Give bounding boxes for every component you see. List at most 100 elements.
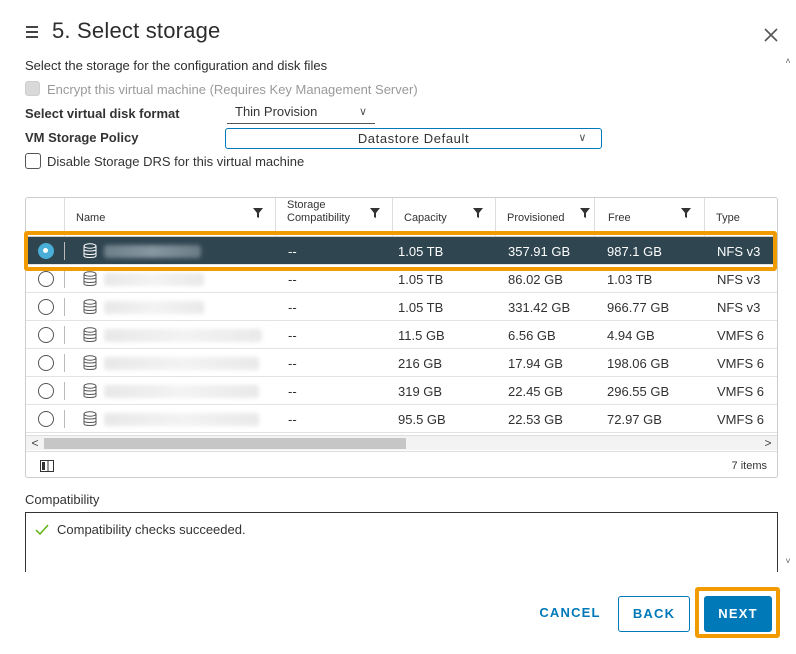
scroll-left-icon[interactable]: < bbox=[28, 436, 42, 451]
chevron-down-icon: ∨ bbox=[578, 132, 587, 144]
cell-type: VMFS 6 bbox=[717, 412, 764, 427]
encrypt-label: Encrypt this virtual machine (Requires K… bbox=[47, 82, 418, 97]
cell-capacity: 11.5 GB bbox=[398, 328, 445, 343]
filter-icon[interactable] bbox=[681, 208, 691, 218]
horizontal-scrollbar[interactable]: < > bbox=[26, 435, 777, 451]
column-compat-label-line1: Storage bbox=[287, 199, 326, 211]
datastore-name-redacted bbox=[104, 357, 259, 370]
cell-free: 966.77 GB bbox=[607, 300, 670, 315]
scrollbar-thumb[interactable] bbox=[44, 438, 406, 449]
grid-header: Name Storage Compatibility Capacity Provi… bbox=[26, 198, 777, 237]
scroll-down-icon[interactable]: ˅ bbox=[783, 556, 793, 566]
menu-icon[interactable] bbox=[24, 22, 40, 42]
disable-drs-checkbox[interactable] bbox=[25, 153, 41, 169]
row-radio-button[interactable] bbox=[38, 243, 54, 259]
row-radio-button[interactable] bbox=[38, 327, 54, 343]
row-divider bbox=[64, 270, 65, 288]
cell-compatibility: -- bbox=[288, 328, 297, 343]
row-radio-button[interactable] bbox=[38, 383, 54, 399]
datastore-name-redacted bbox=[104, 385, 259, 398]
cell-free: 987.1 GB bbox=[607, 244, 662, 259]
storage-policy-label: VM Storage Policy bbox=[25, 130, 139, 145]
row-divider bbox=[64, 410, 65, 428]
cell-type: VMFS 6 bbox=[717, 356, 764, 371]
row-divider bbox=[64, 298, 65, 316]
cell-provisioned: 22.53 GB bbox=[508, 412, 563, 427]
datastore-name-redacted bbox=[104, 329, 262, 342]
cell-free: 72.97 GB bbox=[607, 412, 662, 427]
column-provisioned[interactable]: Provisioned bbox=[495, 198, 594, 236]
filter-icon[interactable] bbox=[473, 208, 483, 218]
compatibility-label: Compatibility bbox=[25, 492, 100, 507]
check-icon bbox=[35, 524, 49, 536]
next-button[interactable]: NEXT bbox=[704, 596, 772, 632]
datastore-icon bbox=[83, 327, 97, 342]
column-free-label: Free bbox=[608, 212, 631, 224]
subtitle: Select the storage for the configuration… bbox=[25, 58, 328, 73]
disable-drs-label: Disable Storage DRS for this virtual mac… bbox=[47, 154, 305, 169]
cell-provisioned: 22.45 GB bbox=[508, 384, 563, 399]
table-row[interactable]: -- 216 GB 17.94 GB 198.06 GB VMFS 6 bbox=[26, 349, 777, 377]
compatibility-panel bbox=[25, 512, 778, 572]
column-capacity-label: Capacity bbox=[404, 212, 447, 224]
cell-free: 296.55 GB bbox=[607, 384, 670, 399]
table-row[interactable]: -- 1.05 TB 86.02 GB 1.03 TB NFS v3 bbox=[26, 265, 777, 293]
cell-capacity: 95.5 GB bbox=[398, 412, 446, 427]
cell-type: NFS v3 bbox=[717, 272, 761, 287]
datastore-name-redacted bbox=[104, 413, 259, 426]
cell-free: 1.03 TB bbox=[607, 272, 653, 287]
row-divider bbox=[64, 382, 65, 400]
column-capacity[interactable]: Capacity bbox=[392, 198, 495, 236]
table-row[interactable]: -- 11.5 GB 6.56 GB 4.94 GB VMFS 6 bbox=[26, 321, 777, 349]
datastore-icon bbox=[83, 299, 97, 314]
compatibility-message: Compatibility checks succeeded. bbox=[57, 522, 246, 537]
table-row[interactable]: -- 95.5 GB 22.53 GB 72.97 GB VMFS 6 bbox=[26, 405, 777, 433]
datastore-icon bbox=[83, 383, 97, 398]
column-compat-label: Storage Compatibility bbox=[287, 199, 350, 225]
row-divider bbox=[64, 242, 65, 260]
filter-icon[interactable] bbox=[253, 208, 263, 218]
cell-type: NFS v3 bbox=[717, 244, 761, 259]
column-storage-compatibility[interactable]: Storage Compatibility bbox=[275, 198, 392, 236]
scroll-up-icon[interactable]: ˄ bbox=[783, 56, 793, 66]
filter-icon[interactable] bbox=[370, 208, 380, 218]
column-free[interactable]: Free bbox=[594, 198, 704, 236]
close-icon[interactable] bbox=[762, 26, 780, 44]
column-selector-icon[interactable] bbox=[40, 460, 54, 472]
cell-provisioned: 86.02 GB bbox=[508, 272, 563, 287]
cell-capacity: 216 GB bbox=[398, 356, 443, 371]
column-compat-label-line2: Compatibility bbox=[287, 212, 350, 224]
datastore-name-redacted bbox=[104, 273, 204, 286]
datastore-name-redacted bbox=[104, 245, 201, 258]
cell-compatibility: -- bbox=[288, 272, 297, 287]
scroll-right-icon[interactable]: > bbox=[761, 436, 775, 451]
cell-free: 198.06 GB bbox=[607, 356, 670, 371]
table-row[interactable]: -- 1.05 TB 357.91 GB 987.1 GB NFS v3 bbox=[26, 237, 777, 265]
row-radio-button[interactable] bbox=[38, 355, 54, 371]
cell-provisioned: 357.91 GB bbox=[508, 244, 571, 259]
table-row[interactable]: -- 319 GB 22.45 GB 296.55 GB VMFS 6 bbox=[26, 377, 777, 405]
column-type-label: Type bbox=[716, 212, 740, 224]
cancel-button[interactable]: CANCEL bbox=[535, 596, 605, 632]
column-name[interactable]: Name bbox=[64, 198, 275, 236]
cell-capacity: 1.05 TB bbox=[398, 300, 444, 315]
cell-compatibility: -- bbox=[288, 300, 297, 315]
datastore-icon bbox=[83, 243, 97, 258]
back-button[interactable]: BACK bbox=[618, 596, 690, 632]
vertical-scrollbar[interactable]: ˄ ˅ bbox=[781, 52, 795, 570]
row-radio-button[interactable] bbox=[38, 411, 54, 427]
cell-compatibility: -- bbox=[288, 356, 297, 371]
row-radio-button[interactable] bbox=[38, 299, 54, 315]
table-row[interactable]: -- 1.05 TB 331.42 GB 966.77 GB NFS v3 bbox=[26, 293, 777, 321]
row-radio-button[interactable] bbox=[38, 271, 54, 287]
cell-compatibility: -- bbox=[288, 412, 297, 427]
cell-capacity: 1.05 TB bbox=[398, 272, 444, 287]
cell-free: 4.94 GB bbox=[607, 328, 655, 343]
column-type[interactable]: Type bbox=[704, 198, 777, 236]
storage-policy-select[interactable]: Datastore Default ∨ bbox=[225, 128, 602, 149]
cell-compatibility: -- bbox=[288, 384, 297, 399]
select-column-header bbox=[26, 198, 64, 236]
disk-format-select[interactable]: Thin Provision ∨ bbox=[227, 104, 375, 124]
cell-type: NFS v3 bbox=[717, 300, 761, 315]
filter-icon[interactable] bbox=[580, 208, 590, 218]
